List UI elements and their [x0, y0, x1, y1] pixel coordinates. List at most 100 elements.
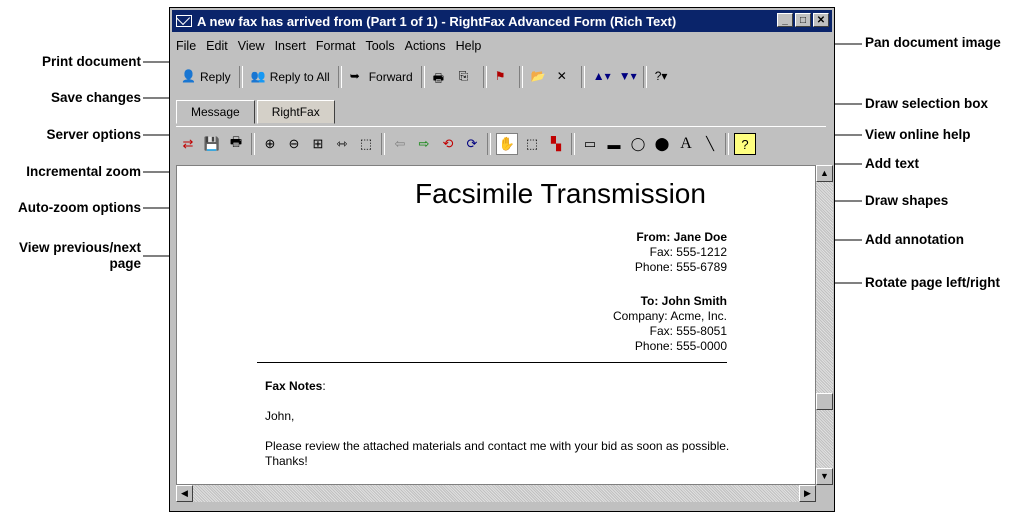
menu-format[interactable]: Format	[316, 39, 356, 53]
selection-box-icon[interactable]: ⬚	[522, 134, 542, 154]
scroll-left-button[interactable]: ◀	[176, 485, 193, 502]
sender-fax: Fax: 555-1212	[649, 245, 727, 259]
title-bar: A new fax has arrived from (Part 1 of 1)…	[172, 10, 832, 32]
delete-button[interactable]: ✕	[552, 67, 578, 87]
document-title: Facsimile Transmission	[415, 178, 706, 209]
callout-selection-box: Draw selection box	[865, 96, 989, 111]
scroll-up-button[interactable]: ▲	[816, 165, 833, 182]
scroll-down-button[interactable]: ▼	[816, 468, 833, 485]
previous-item-button[interactable]: ▲▾	[588, 67, 614, 87]
rectangle-icon[interactable]: ▭	[580, 134, 600, 154]
greeting: John,	[265, 409, 295, 423]
print-button[interactable]: 🖶	[428, 67, 454, 87]
ellipse-icon[interactable]: ◯	[628, 134, 648, 154]
fax-notes: Fax Notes: John, Please review the attac…	[265, 379, 735, 469]
callout-rotate-page: Rotate page left/right	[865, 275, 1001, 290]
print-document-icon[interactable]: 🖶	[226, 134, 246, 154]
recipient-block: To: John Smith Company: Acme, Inc. Fax: …	[613, 294, 727, 354]
pan-hand-icon[interactable]: ✋	[496, 133, 518, 155]
online-help-icon[interactable]: ?	[734, 133, 756, 155]
callout-online-help: View online help	[865, 127, 971, 142]
rotate-left-icon[interactable]: ⟲	[438, 134, 458, 154]
zoom-options-icon[interactable]: ⬚	[356, 134, 376, 154]
close-button[interactable]: ✕	[813, 13, 829, 27]
message-toolbar: 👤 Reply 👥 Reply to All ➥ Forward 🖶 ⎘ ⚑ 📂…	[176, 62, 676, 92]
callout-view-prev-next: View previous/next page	[0, 240, 141, 272]
scroll-thumb[interactable]	[816, 393, 833, 410]
minimize-button[interactable]: _	[777, 13, 793, 27]
next-page-icon[interactable]: ⇨	[414, 134, 434, 154]
reply-all-label: Reply to All	[269, 70, 330, 84]
save-icon[interactable]: 💾	[202, 134, 222, 154]
menu-view[interactable]: View	[238, 39, 265, 53]
callout-view-prev-next-line2: page	[109, 256, 141, 271]
text-tool-icon[interactable]: A	[676, 134, 696, 154]
horizontal-scrollbar[interactable]: ◀ ▶	[176, 485, 816, 502]
copy-button[interactable]: ⎘	[454, 67, 480, 87]
recipient-phone: Phone: 555-0000	[634, 339, 727, 353]
menu-actions[interactable]: Actions	[405, 39, 446, 53]
reply-all-button[interactable]: 👥 Reply to All	[246, 67, 335, 87]
recipient-fax: Fax: 555-8051	[649, 324, 727, 338]
callout-print-document: Print document	[41, 54, 141, 69]
help-icon: ?▾	[654, 69, 668, 83]
callout-draw-shapes: Draw shapes	[865, 193, 949, 208]
flag-button[interactable]: ⚑	[490, 67, 516, 87]
menu-bar: File Edit View Insert Format Tools Actio…	[176, 36, 491, 56]
vertical-scrollbar[interactable]: ▲ ▼	[816, 165, 833, 485]
maximize-button[interactable]: □	[795, 13, 811, 27]
filled-ellipse-icon[interactable]: ⬤	[652, 134, 672, 154]
rotate-right-icon[interactable]: ⟳	[462, 134, 482, 154]
callout-incremental-zoom: Incremental zoom	[26, 164, 141, 179]
filled-rectangle-icon[interactable]: ▬	[604, 134, 624, 154]
scroll-right-button[interactable]: ▶	[799, 485, 816, 502]
callout-add-text: Add text	[865, 156, 919, 171]
callout-pan-document: Pan document image	[865, 35, 1001, 50]
callout-auto-zoom: Auto-zoom options	[18, 200, 141, 215]
menu-edit[interactable]: Edit	[206, 39, 228, 53]
fax-window: A new fax has arrived from (Part 1 of 1)…	[169, 7, 835, 512]
window-title: A new fax has arrived from (Part 1 of 1)…	[197, 13, 677, 29]
tab-message[interactable]: Message	[176, 100, 255, 124]
up-arrow-icon: ▲▾	[592, 69, 611, 83]
next-item-button[interactable]: ▼▾	[614, 67, 640, 87]
tab-strip: Message RightFax	[176, 100, 337, 124]
menu-insert[interactable]: Insert	[275, 39, 306, 53]
fit-page-icon[interactable]: ⊞	[308, 134, 328, 154]
zoom-out-icon[interactable]: ⊖	[284, 134, 304, 154]
tab-rightfax[interactable]: RightFax	[256, 100, 335, 124]
fax-document: Facsimile Transmission From: Jane Doe Fa…	[176, 165, 816, 485]
reply-label: Reply	[200, 70, 231, 84]
copy-icon: ⎘	[458, 69, 469, 83]
message-body: Please review the attached materials and…	[265, 439, 730, 468]
line-tool-icon[interactable]: ╲	[700, 134, 720, 154]
annotation-icon[interactable]: ▚	[546, 134, 566, 154]
server-options-icon[interactable]: ⇄	[178, 134, 198, 154]
reply-icon: 👤	[181, 69, 196, 83]
callout-save-changes: Save changes	[50, 90, 141, 105]
callout-add-annotation: Add annotation	[865, 232, 964, 247]
previous-page-icon[interactable]: ⇦	[390, 134, 410, 154]
forward-button[interactable]: ➥ Forward	[345, 67, 418, 87]
move-button[interactable]: 📂	[526, 67, 552, 87]
notes-colon: :	[322, 379, 326, 393]
menu-help[interactable]: Help	[456, 39, 482, 53]
rightfax-toolbar: ⇄ 💾 🖶 ⊕ ⊖ ⊞ ⇿ ⬚ ⇦ ⇨ ⟲ ⟳ ✋ ⬚ ▚ ▭ ▬ ◯ ⬤ A …	[176, 126, 826, 161]
fit-width-icon[interactable]: ⇿	[332, 134, 352, 154]
envelope-icon	[176, 15, 192, 27]
zoom-in-icon[interactable]: ⊕	[260, 134, 280, 154]
forward-label: Forward	[368, 70, 413, 84]
notes-label: Fax Notes	[265, 379, 323, 393]
delete-icon: ✕	[556, 69, 567, 83]
reply-all-icon: 👥	[250, 69, 266, 83]
down-arrow-icon: ▼▾	[618, 69, 637, 83]
sender-block: From: Jane Doe Fax: 555-1212 Phone: 555-…	[635, 230, 727, 275]
move-to-folder-icon: 📂	[530, 69, 546, 83]
reply-button[interactable]: 👤 Reply	[176, 67, 236, 87]
recipient-name: To: John Smith	[640, 294, 727, 308]
sender-name: From: Jane Doe	[636, 230, 727, 244]
sender-phone: Phone: 555-6789	[634, 260, 727, 274]
menu-file[interactable]: File	[176, 39, 196, 53]
menu-tools[interactable]: Tools	[365, 39, 394, 53]
help-button[interactable]: ?▾	[650, 67, 676, 87]
